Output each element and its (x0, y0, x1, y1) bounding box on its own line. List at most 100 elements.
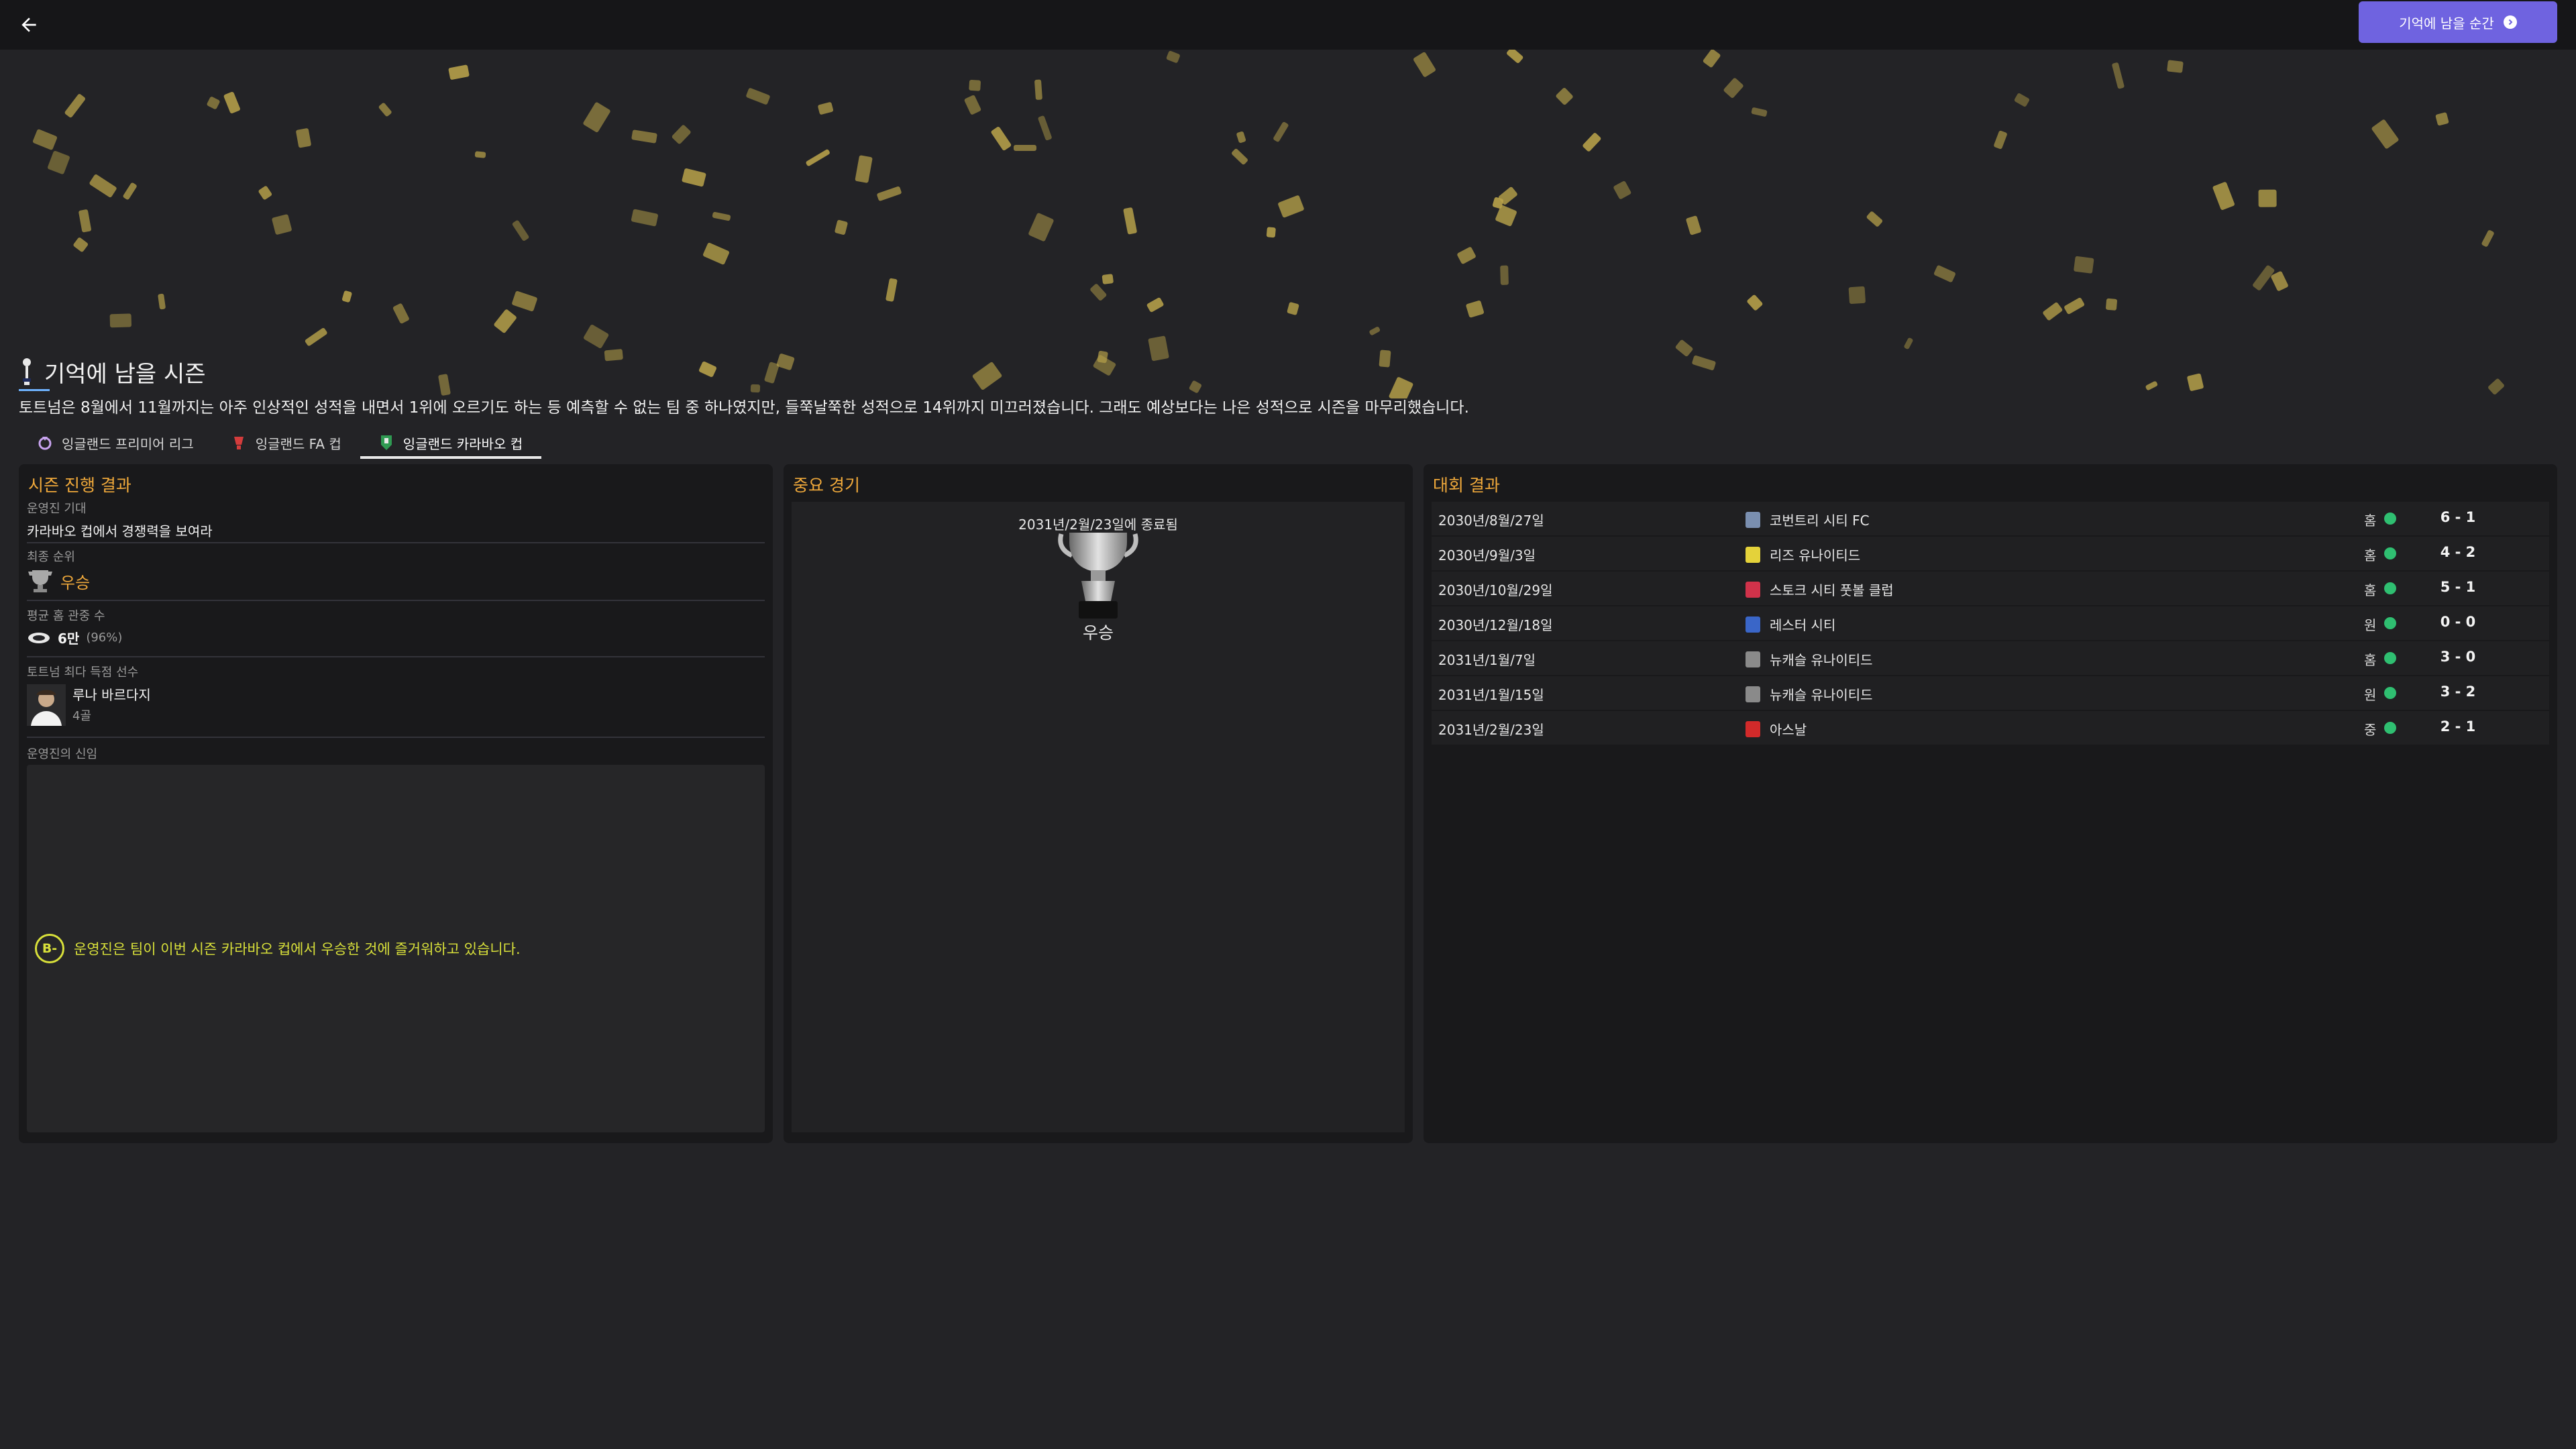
confetti-piece (47, 150, 70, 175)
panel-title: 대회 결과 (1433, 476, 1500, 495)
title-underline (19, 389, 50, 391)
confetti-piece (834, 219, 849, 235)
venue: 홈 (2364, 652, 2377, 668)
confetti-piece (1554, 87, 1574, 106)
confetti-piece (702, 241, 730, 265)
confetti-piece (1278, 195, 1305, 218)
season-header: 기억에 남을 시즌 (19, 353, 206, 390)
confetti-piece (1848, 286, 1866, 305)
confetti-piece (2481, 229, 2496, 248)
opponent[interactable]: 코번트리 시티 FC (1746, 510, 1870, 529)
match-date: 2031년/1월/7일 (1438, 652, 1536, 668)
confetti-piece (258, 185, 273, 201)
back-button[interactable] (15, 11, 43, 39)
confetti-piece (1122, 207, 1138, 235)
confetti-piece (745, 87, 771, 105)
confetti-piece (1674, 339, 1694, 358)
club-badge-icon (1746, 686, 1760, 702)
opponent-name: 코번트리 시티 FC (1770, 513, 1870, 529)
tab-carabao-cup[interactable]: 잉글랜드 카라바오 컵 (360, 427, 542, 459)
confetti-piece (2112, 62, 2125, 90)
venue: 원 (2364, 687, 2377, 703)
tab-label: 잉글랜드 FA 컵 (255, 435, 341, 452)
fa-cup-icon (233, 437, 244, 449)
confetti-piece (1166, 50, 1181, 64)
key-match-card[interactable]: 2031년/2월/23일에 종료됨 우승 (792, 502, 1405, 1132)
confetti-piece (672, 124, 692, 145)
back-arrow-icon (21, 17, 36, 32)
top-bar: 기억에 남을 순간 (0, 0, 2576, 50)
confetti-piece (158, 293, 166, 309)
confetti-piece (1505, 50, 1524, 64)
table-row[interactable]: 2030년/12월/18일 레스터 시티 원 0 - 0 (1432, 606, 2549, 640)
panel-title: 시즌 진행 결과 (28, 476, 131, 495)
table-row[interactable]: 2031년/1월/7일 뉴캐슬 유나이티드 홈 3 - 0 (1432, 641, 2549, 675)
confetti-piece (1013, 144, 1036, 152)
match-date: 2030년/12월/18일 (1438, 617, 1553, 633)
confetti-piece (1993, 129, 2008, 150)
confetti-piece (775, 353, 795, 371)
tab-fa-cup[interactable]: 잉글랜드 FA 컵 (213, 427, 360, 459)
confetti-piece (582, 101, 612, 133)
opponent[interactable]: 스토크 시티 풋볼 클럽 (1746, 580, 1894, 599)
confetti-piece (122, 182, 138, 201)
confetti-piece (295, 127, 311, 148)
confetti-piece (1147, 335, 1169, 362)
opponent[interactable]: 뉴캐슬 유나이티드 (1746, 649, 1873, 669)
confetti-piece (1028, 212, 1055, 242)
memorable-moments-button[interactable]: 기억에 남을 순간 (2359, 1, 2557, 43)
match-score: 3 - 2 (2440, 684, 2476, 700)
tab-premier-league[interactable]: 잉글랜드 프리미어 리그 (19, 427, 213, 459)
table-row[interactable]: 2031년/2월/23일 아스날 중 2 - 1 (1432, 711, 2549, 745)
confetti-piece (341, 290, 353, 303)
confetti-piece (885, 278, 898, 302)
confetti-piece (1092, 354, 1117, 377)
confetti-piece (223, 91, 241, 114)
stat-label: 토트넘 최다 득점 선수 (27, 665, 139, 680)
table-row[interactable]: 2031년/1월/15일 뉴캐슬 유나이티드 원 3 - 2 (1432, 676, 2549, 710)
confetti-piece (474, 151, 486, 159)
match-date: 2030년/8월/27일 (1438, 513, 1544, 529)
attendance-percent: (96%) (86, 631, 123, 645)
match-date: 2030년/9월/3일 (1438, 547, 1536, 564)
confetti-piece (1236, 131, 1247, 144)
club-badge-icon (1746, 581, 1760, 598)
confetti-piece (1933, 264, 1956, 283)
confetti-piece (2041, 301, 2063, 321)
confetti-piece (583, 324, 610, 350)
confetti-piece (2186, 373, 2204, 392)
confetti-piece (682, 168, 706, 187)
confetti-piece (1287, 302, 1300, 316)
opponent[interactable]: 뉴캐슬 유나이티드 (1746, 684, 1873, 704)
confetti-decoration (0, 50, 2576, 398)
confetti-piece (1751, 107, 1768, 117)
average-attendance: 평균 홈 관중 수 6만 (96%) (27, 606, 765, 657)
confetti-piece (2063, 297, 2086, 315)
confetti-piece (1037, 115, 1053, 141)
confetti-piece (2013, 93, 2031, 108)
confetti-piece (63, 93, 86, 119)
confetti-piece (1723, 76, 1745, 99)
match-score: 5 - 1 (2440, 579, 2476, 595)
match-score: 4 - 2 (2440, 544, 2476, 560)
opponent[interactable]: 리즈 유나이티드 (1746, 545, 1860, 564)
confetti-piece (604, 349, 623, 362)
confetti-piece (511, 219, 530, 241)
opponent[interactable]: 아스날 (1746, 719, 1807, 739)
confetti-piece (1230, 148, 1249, 166)
win-indicator-icon (2384, 722, 2396, 734)
stat-value: 카라바오 컵에서 경쟁력을 보여라 (27, 523, 213, 539)
confetti-piece (493, 309, 517, 334)
stat-label: 평균 홈 관중 수 (27, 609, 105, 623)
venue: 홈 (2364, 547, 2377, 564)
top-scorer-link[interactable]: 루나 바르다지 4골 (27, 684, 765, 726)
table-row[interactable]: 2030년/8월/27일 코번트리 시티 FC 홈 6 - 1 (1432, 502, 2549, 535)
confetti-piece (805, 148, 830, 167)
club-badge-icon (1746, 651, 1760, 667)
table-row[interactable]: 2030년/9월/3일 리즈 유나이티드 홈 4 - 2 (1432, 537, 2549, 570)
panel-title: 중요 경기 (793, 476, 860, 495)
opponent[interactable]: 레스터 시티 (1746, 614, 1835, 634)
confetti-piece (1146, 297, 1165, 313)
table-row[interactable]: 2030년/10월/29일 스토크 시티 풋볼 클럽 홈 5 - 1 (1432, 572, 2549, 605)
confetti-piece (816, 101, 834, 115)
